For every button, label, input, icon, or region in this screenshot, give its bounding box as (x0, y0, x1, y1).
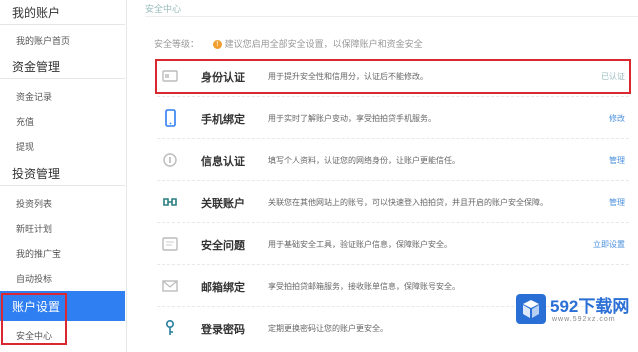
mail-icon (162, 280, 178, 292)
security-level: 安全等级： ! 建议您启用全部安全设置，以保障账户和资金安全 (154, 37, 423, 50)
row-label: 安全问题 (201, 239, 245, 252)
highlight-box (1, 293, 67, 345)
box-logo-icon (516, 294, 546, 324)
watermark-url: www.592xz.com (552, 316, 616, 323)
divider (0, 24, 125, 25)
row-description: 用于实时了解账户变动，享受拍拍贷手机服务。 (268, 114, 436, 123)
row-description: 享受拍拍贷邮箱服务，接收账单信息，保障账号安全。 (268, 282, 460, 291)
sidebar-item-fund-records[interactable]: 资金记录 (16, 90, 52, 103)
breadcrumb-bar (145, 0, 638, 17)
row-description: 用于基础安全工具，验证账户信息，保障账户安全。 (268, 240, 452, 249)
security-row-info: 信息认证 填写个人资料，认证您的网络身份，让账户更能信任。 管理 (157, 140, 629, 181)
sidebar-item-invest-list[interactable]: 投资列表 (16, 197, 52, 210)
watermark-brand: 592下载网 (550, 297, 630, 316)
security-level-label: 安全等级： (154, 40, 200, 50)
sidebar-item-auto-bid[interactable]: 自动投标 (16, 272, 52, 285)
sidebar-heading-funds: 资金管理 (12, 60, 61, 74)
security-row-phone: 手机绑定 用于实时了解账户变动，享受拍拍贷手机服务。 修改 (157, 98, 629, 139)
security-row-question: 安全问题 用于基础安全工具，验证账户信息，保障账户安全。 立即设置 (157, 224, 629, 265)
sidebar-heading-investment: 投资管理 (12, 167, 61, 181)
sidebar-item-recharge[interactable]: 充值 (16, 115, 34, 128)
key-icon (166, 319, 175, 335)
row-action[interactable]: 管理 (609, 155, 625, 166)
row-action[interactable]: 管理 (609, 197, 625, 208)
security-question-icon (162, 237, 178, 251)
row-label: 手机绑定 (201, 113, 245, 126)
sidebar-item-promo[interactable]: 我的推广宝 (16, 247, 61, 260)
row-description: 填写个人资料，认证您的网络身份，让账户更能信任。 (268, 156, 460, 165)
row-label: 登录密码 (201, 323, 245, 336)
divider (0, 185, 125, 186)
security-row-linked: 关联账户 关联您在其他网站上的账号，可以快速登入拍拍贷，并且开启的账户安全保障。… (157, 182, 629, 223)
warning-icon: ! (212, 40, 222, 49)
link-account-icon (163, 198, 177, 206)
row-description: 关联您在其他网站上的账号，可以快速登入拍拍贷，并且开启的账户安全保障。 (268, 198, 548, 207)
row-label: 邮箱绑定 (201, 281, 245, 294)
breadcrumb: 安全中心 (145, 5, 182, 15)
security-tip: 建议您启用全部安全设置，以保障账户和资金安全 (224, 40, 423, 50)
row-action[interactable]: 修改 (609, 113, 625, 124)
sidebar-item-withdraw[interactable]: 提现 (16, 140, 34, 153)
sidebar-item-plan[interactable]: 新旺计划 (16, 222, 52, 235)
mobile-phone-icon (165, 109, 176, 127)
row-description: 定期更换密码让您的账户更安全。 (268, 324, 388, 333)
row-action[interactable]: 立即设置 (593, 239, 625, 250)
highlight-box (155, 59, 631, 94)
row-label: 信息认证 (201, 155, 245, 168)
watermark-logo: 592下载网 www.592xz.com (512, 290, 638, 330)
divider (0, 78, 125, 79)
sidebar-item-account-home[interactable]: 我的账户首页 (16, 34, 70, 47)
info-auth-icon (163, 153, 177, 167)
sidebar-heading-my-account: 我的账户 (12, 6, 61, 20)
row-label: 关联账户 (201, 197, 245, 210)
